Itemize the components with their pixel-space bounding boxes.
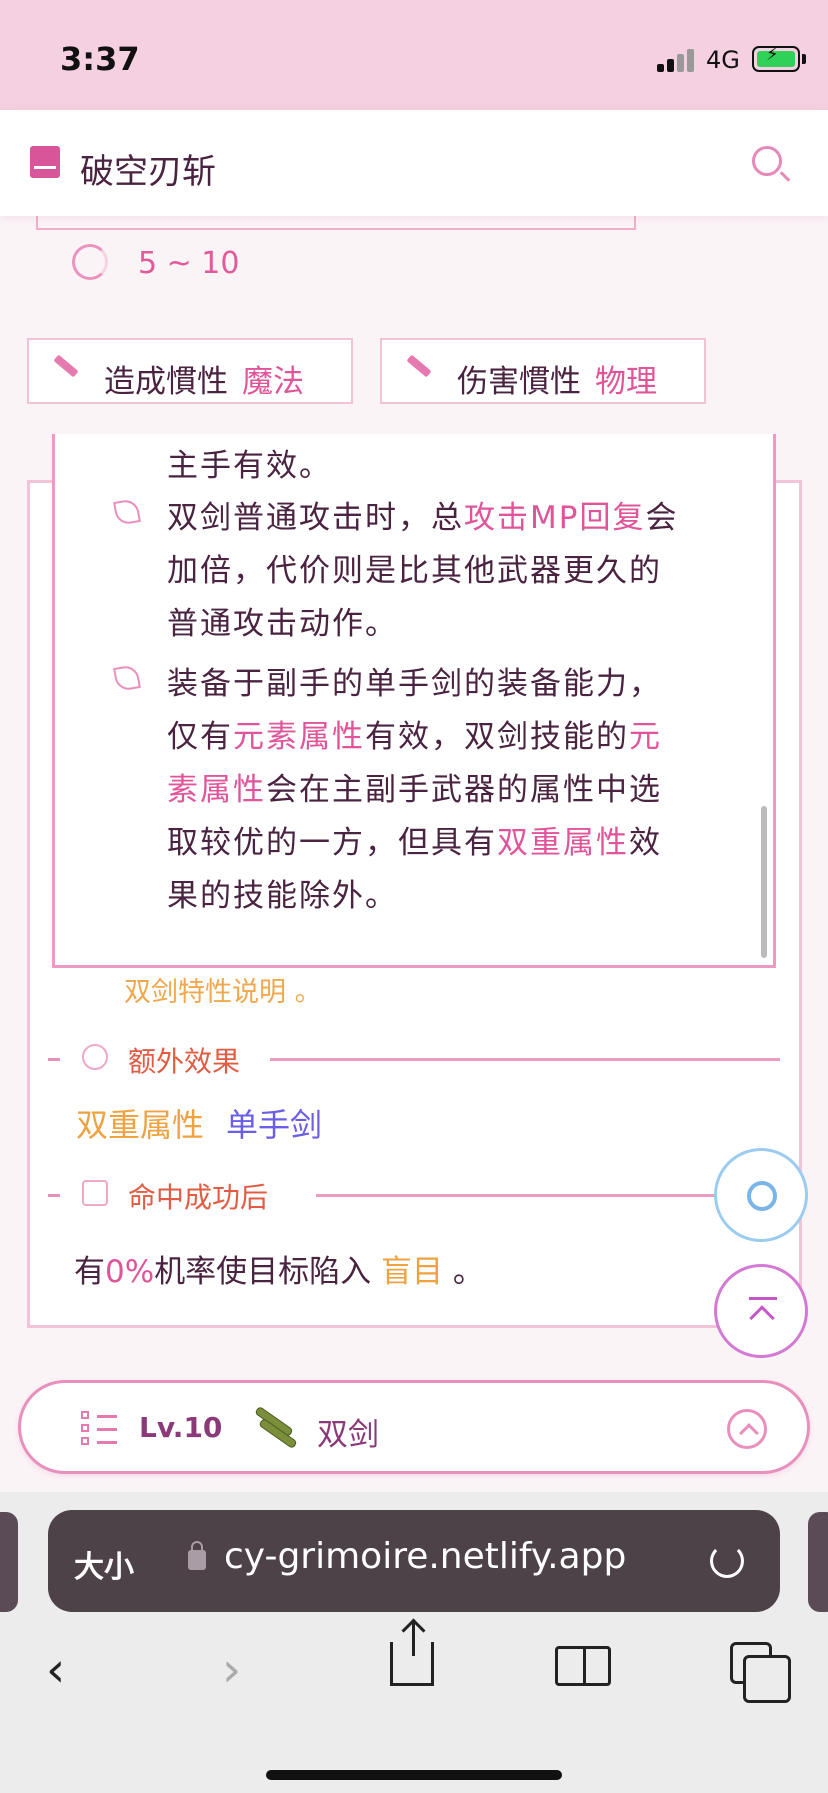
- section-extra-effect: 额外效果: [48, 1040, 780, 1080]
- share-icon[interactable]: [390, 1622, 434, 1686]
- circle-icon: [82, 1044, 108, 1070]
- signal-icon: [657, 48, 697, 72]
- status-time: 3:37: [60, 40, 140, 78]
- text-size-button[interactable]: 大小: [74, 1542, 134, 1586]
- browser-toolbar: 大小 cy-grimoire.netlify.app ‹ ›: [0, 1492, 828, 1793]
- card-note: 双剑特性说明 。: [124, 977, 322, 1008]
- home-indicator: [266, 1770, 562, 1780]
- chevron-up-icon: [749, 1305, 775, 1331]
- forward-button[interactable]: ›: [222, 1642, 241, 1698]
- pen-icon: [406, 354, 432, 378]
- address-bar[interactable]: 大小 cy-grimoire.netlify.app: [48, 1510, 780, 1612]
- chip-dual-element[interactable]: 双重属性: [76, 1106, 204, 1144]
- status-bar: 3:37 4G ⚡: [0, 0, 828, 110]
- url-text[interactable]: cy-grimoire.netlify.app: [224, 1536, 626, 1577]
- next-tab[interactable]: [808, 1512, 828, 1612]
- attribute-chips: 双重属性 单手剑: [76, 1100, 322, 1146]
- reload-icon[interactable]: [710, 1544, 744, 1578]
- leaf-icon: [113, 498, 141, 526]
- status-blind[interactable]: 盲目: [381, 1254, 443, 1290]
- hit-effect-text: 有0%机率使目标陷入 盲目 。: [74, 1254, 484, 1290]
- tag-cause-inertia: 造成慣性 魔法: [27, 338, 353, 404]
- expand-chevron-icon[interactable]: [727, 1409, 767, 1449]
- leaf-icon: [113, 664, 141, 692]
- dual-sword-icon: [253, 1405, 298, 1450]
- pen-icon: [53, 354, 79, 378]
- range-value: 5 ~ 10: [138, 246, 240, 281]
- network-label: 4G: [706, 46, 740, 74]
- range-icon: [72, 244, 108, 280]
- character-bar[interactable]: Lv.10 双剑: [18, 1380, 810, 1474]
- back-button[interactable]: ‹: [46, 1642, 65, 1698]
- top-bar: 破空刃斩: [0, 110, 828, 216]
- scroll-top-button[interactable]: [714, 1264, 808, 1358]
- prev-tab[interactable]: [0, 1512, 18, 1612]
- book-icon[interactable]: [30, 146, 60, 178]
- page-title: 破空刃斩: [80, 152, 216, 192]
- bookmarks-icon[interactable]: [555, 1646, 611, 1686]
- section-on-hit: 命中成功后: [48, 1176, 780, 1216]
- lock-icon: [188, 1541, 206, 1570]
- scrollbar[interactable]: [761, 806, 767, 958]
- weapon-label: 双剑: [317, 1417, 379, 1453]
- level-label: Lv.10: [139, 1411, 223, 1444]
- section-title: 额外效果: [128, 1045, 241, 1078]
- list-icon[interactable]: [81, 1411, 117, 1445]
- sprout-icon: [82, 1180, 108, 1206]
- battery-icon: ⚡: [752, 44, 806, 72]
- tooltip-popup[interactable]: 主手有效。 双剑普通攻击时，总攻击MP回复会 加倍，代价则是比其他武器更久的 普…: [52, 434, 776, 968]
- search-icon[interactable]: [752, 146, 782, 176]
- tag-damage-inertia: 伤害慣性 物理: [380, 338, 706, 404]
- tabs-icon[interactable]: [730, 1642, 791, 1703]
- refresh-fab-button[interactable]: [714, 1148, 808, 1242]
- section-title: 命中成功后: [128, 1181, 269, 1214]
- chip-one-hand-sword[interactable]: 单手剑: [226, 1106, 322, 1144]
- swirl-icon: [747, 1181, 777, 1211]
